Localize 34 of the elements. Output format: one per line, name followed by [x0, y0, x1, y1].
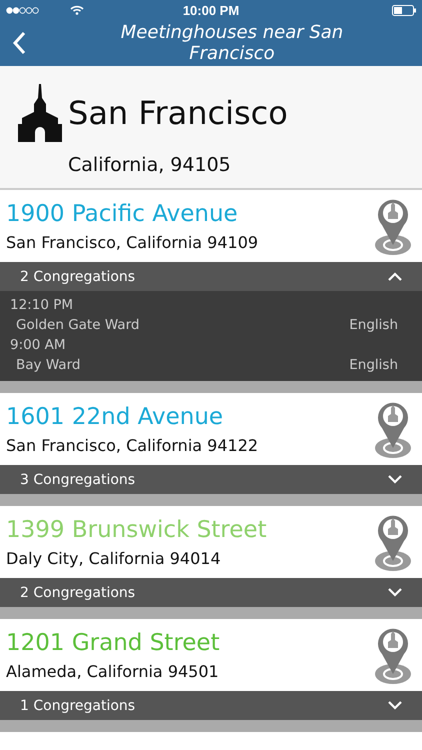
region-text: California, 94105: [68, 154, 232, 176]
city-address: Daly City, California 94014: [6, 548, 222, 568]
street-address: 1900 Pacific Avenue: [6, 200, 239, 226]
nav-title: Meetinghouses near San Francisco: [120, 22, 344, 64]
meeting-time: 12:10 PM: [10, 296, 74, 315]
street-address: 1201 Grand Street: [6, 630, 221, 656]
street-address: 1399 Brunswick Street: [6, 516, 268, 542]
city-address: San Francisco, California 94109: [6, 232, 260, 252]
language-text: English: [349, 316, 398, 335]
chevron-down-icon: [388, 588, 402, 597]
street-address: 1601 22nd Avenue: [6, 404, 224, 430]
chevron-up-icon: [388, 272, 402, 281]
meetinghouse-card[interactable]: 1601 22nd Avenue San Francisco, California 94122: [0, 393, 422, 465]
wifi-icon: [70, 5, 84, 15]
ward-name: Bay Ward: [16, 356, 80, 375]
city-address: San Francisco, California 94122: [6, 436, 260, 454]
chevron-down-icon: [388, 701, 402, 710]
congregations-toggle[interactable]: 3 Congregations: [0, 465, 422, 494]
meetinghouse-card[interactable]: 1201 Grand Street Alameda, California 94501: [0, 619, 422, 691]
congregations-toggle[interactable]: 2 Congregations: [0, 578, 422, 607]
status-time: 10:00 PM: [182, 2, 240, 18]
congregations-toggle[interactable]: 1 Congregations: [0, 691, 422, 720]
congregations-toggle[interactable]: 2 Congregations: [0, 262, 422, 291]
meetinghouse-card[interactable]: 1399 Brunswick Street Daly City, California 94014: [0, 506, 422, 578]
ward-name: Golden Gate Ward: [16, 316, 140, 335]
battery-icon: [392, 4, 416, 16]
meeting-time: 9:00 AM: [10, 336, 66, 355]
signal-icon: [6, 6, 40, 14]
language-text: English: [349, 356, 398, 375]
chapel-icon: [18, 84, 62, 142]
chevron-down-icon: [388, 475, 402, 484]
city-address: Alameda, California 94501: [6, 662, 220, 680]
meetinghouse-card[interactable]: 1900 Pacific Avenue San Francisco, California 94109: [0, 190, 422, 262]
city-title: San Francisco: [68, 94, 288, 132]
